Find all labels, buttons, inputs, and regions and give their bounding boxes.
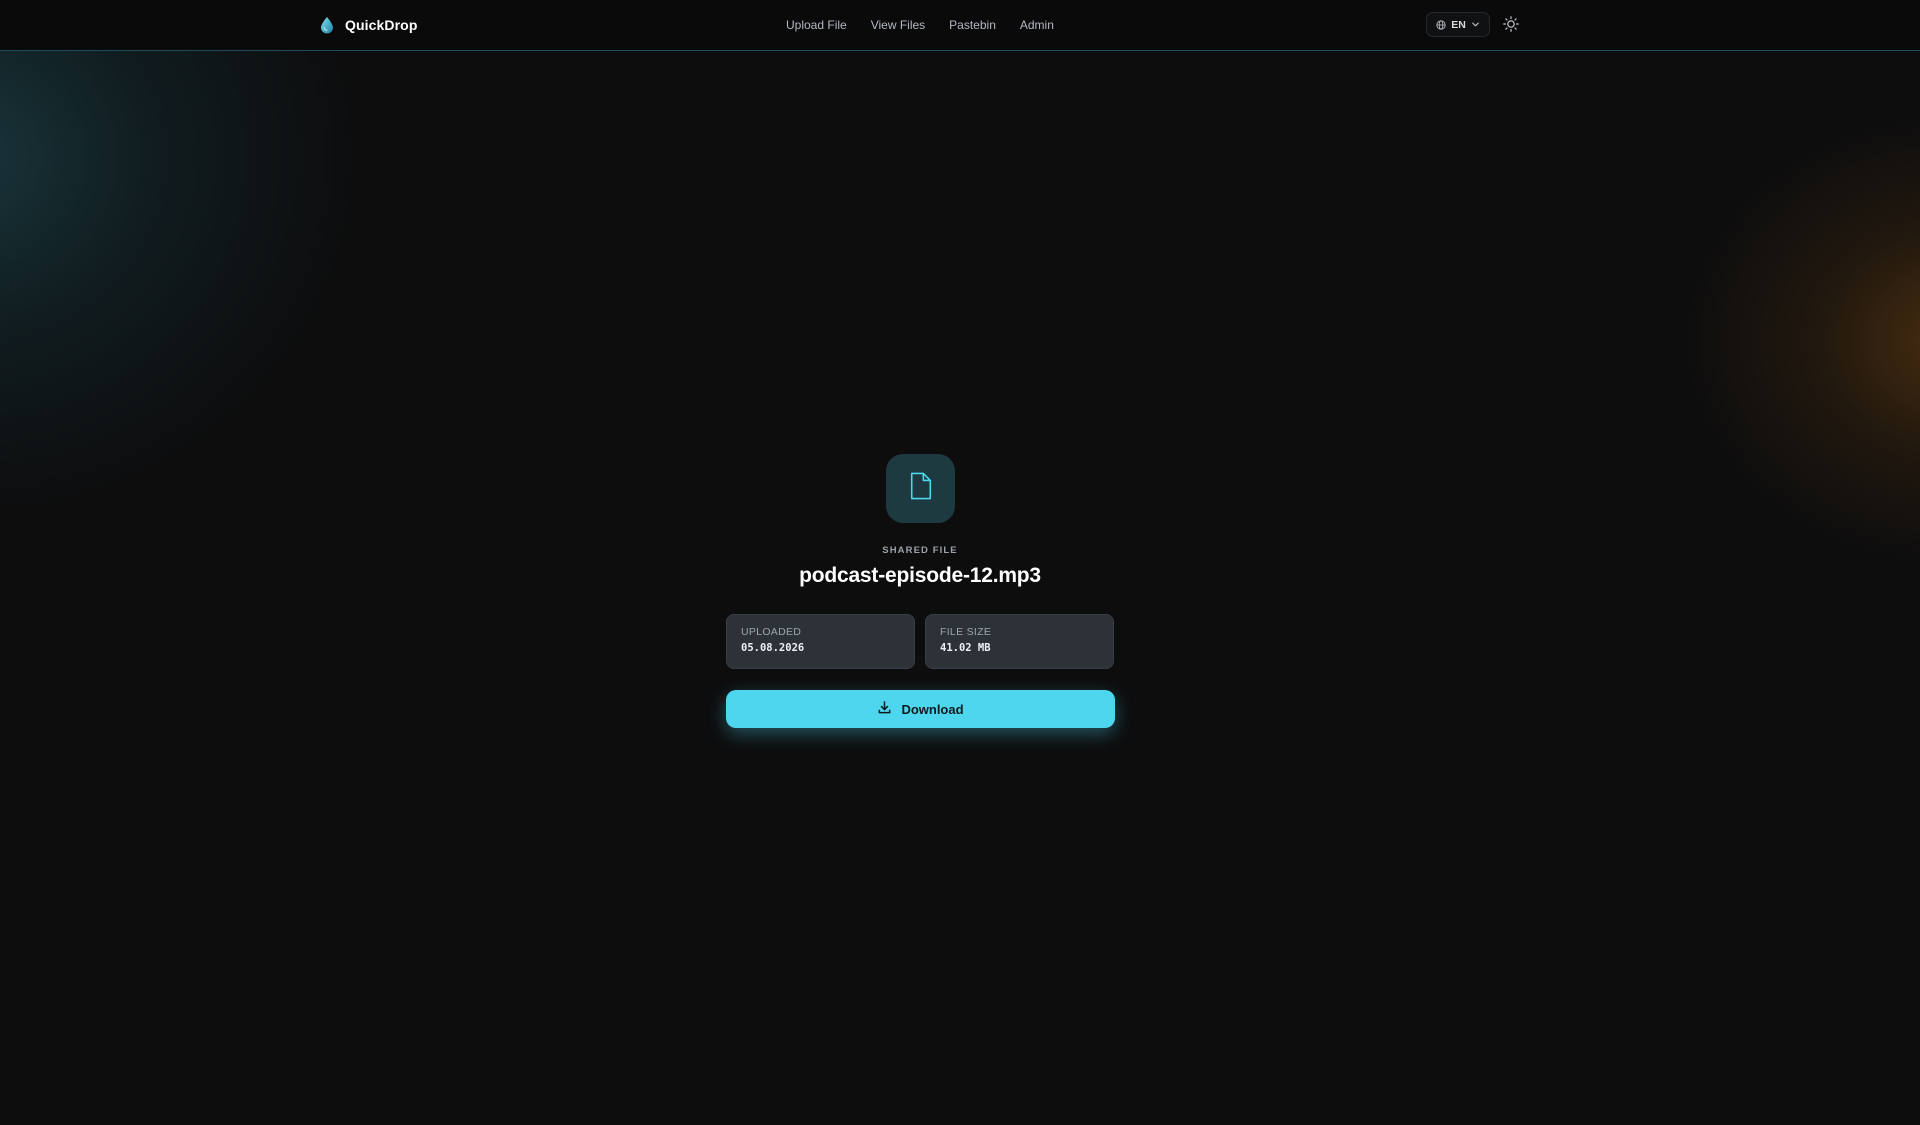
chevron-down-icon xyxy=(1471,20,1480,29)
file-name: podcast-episode-12.mp3 xyxy=(799,564,1041,587)
uploaded-card: UPLOADED 05.08.2026 xyxy=(726,614,915,669)
page: QuickDrop Upload File View Files Pastebi… xyxy=(0,0,1920,1125)
download-button[interactable]: Download xyxy=(726,690,1115,728)
shared-file-view: SHARED FILE podcast-episode-12.mp3 UPLOA… xyxy=(0,0,1920,1125)
theme-toggle-button[interactable] xyxy=(1502,15,1520,33)
file-size-label: FILE SIZE xyxy=(940,626,992,638)
file-size-value: 41.02 MB xyxy=(940,642,991,654)
nav-upload-file[interactable]: Upload File xyxy=(786,18,847,32)
brand-name: QuickDrop xyxy=(345,17,418,33)
language-code: EN xyxy=(1451,18,1466,31)
uploaded-value: 05.08.2026 xyxy=(741,642,805,654)
uploaded-label: UPLOADED xyxy=(741,626,802,638)
file-icon xyxy=(908,471,934,506)
brand-link[interactable]: QuickDrop xyxy=(319,14,417,36)
language-selector[interactable]: EN xyxy=(1426,12,1490,37)
download-icon xyxy=(877,700,892,718)
nav-pastebin[interactable]: Pastebin xyxy=(949,18,996,32)
main-nav: Upload File View Files Pastebin Admin xyxy=(786,16,1054,34)
top-navbar: QuickDrop Upload File View Files Pastebi… xyxy=(0,0,1920,51)
droplet-icon xyxy=(319,16,335,34)
globe-icon xyxy=(1436,19,1446,30)
file-size-card: FILE SIZE 41.02 MB xyxy=(925,614,1114,669)
nav-admin[interactable]: Admin xyxy=(1020,18,1054,32)
shared-file-eyebrow: SHARED FILE xyxy=(882,545,958,556)
file-type-badge xyxy=(886,454,955,523)
download-label: Download xyxy=(901,701,964,717)
sun-icon xyxy=(1502,16,1520,37)
nav-view-files[interactable]: View Files xyxy=(871,18,925,32)
